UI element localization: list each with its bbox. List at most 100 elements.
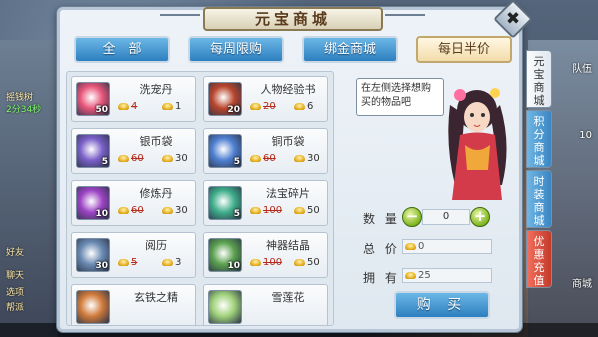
yuanbao-icon [162,258,173,266]
pet-wash-pill-icon: 50 [76,82,110,116]
yuanbao-icon [118,154,129,162]
yuanbao-icon [250,206,261,214]
window-title-plate: 元宝商城 [203,7,383,31]
item-quantity: 10 [227,261,240,271]
shop-panel: 元宝商城 ✖ 全 部 每周限购 绑金商城 每日半价 50 洗宠丹 4 1 20 人物经验书… [57,0,552,332]
black-iron-icon [76,290,110,324]
silver-bag-icon: 5 [76,134,110,168]
item-old-price: 20 [250,101,276,112]
item-name: 玄铁之精 [134,291,178,304]
tab-all[interactable]: 全 部 [74,36,170,63]
artifact-crystal-icon: 10 [208,238,242,272]
item-old-price: 4 [118,101,137,112]
cultivation-pill-icon: 10 [76,186,110,220]
yuanbao-icon [118,258,129,266]
total-price-value: 0 [418,241,425,252]
mall-label[interactable]: 商城 [572,275,592,290]
old-price-value: 100 [263,205,283,216]
item-price: 50 [294,205,320,216]
item-name: 洗宠丹 [139,83,173,96]
item-list[interactable]: 50 洗宠丹 4 1 20 人物经验书 20 6 5 银币袋 60 30 5 铜币袋 60 30 10 修炼丹 60… [66,71,334,326]
item-name: 雪莲花 [271,291,305,304]
shop-item[interactable]: 5 银币袋 60 30 [71,128,196,174]
shop-item[interactable]: 20 人物经验书 20 6 [203,76,328,122]
item-quantity: 30 [95,261,108,271]
shop-item[interactable]: 玄铁之精 [71,284,196,325]
side-tab-points-mall[interactable]: 积分商城 [526,110,552,168]
side-tab-recharge-offer[interactable]: 优惠充值 [526,230,552,288]
shop-item[interactable]: 30 阅历 5 3 [71,232,196,278]
item-old-price: 60 [118,205,144,216]
yuanbao-icon [405,271,416,279]
item-quantity: 50 [95,105,108,115]
item-price: 6 [294,101,313,112]
yuanbao-icon [294,206,305,214]
shop-girl-portrait [448,88,507,200]
yuanbao-icon [118,102,129,110]
item-old-price: 100 [250,257,282,268]
yuanbao-icon [162,154,173,162]
quantity-label: 数 量 [363,212,400,226]
item-price: 1 [162,101,181,112]
chat-label[interactable]: 聊天 [6,268,24,281]
yuanbao-icon [118,206,129,214]
quantity-increase-button[interactable]: + [470,207,490,227]
side-tab-fashion-mall[interactable]: 时装商城 [526,170,552,228]
yuanbao-icon [162,206,173,214]
treasure-fragment-icon: 5 [208,186,242,220]
item-name: 神器结晶 [266,239,310,252]
item-quantity: 5 [101,157,108,167]
old-price-value: 100 [263,257,283,268]
item-name: 银币袋 [139,135,173,148]
tab-weekly-limit[interactable]: 每周限购 [188,36,284,63]
item-name: 修炼丹 [139,187,173,200]
price-value: 3 [175,257,182,268]
item-old-price: 60 [250,153,276,164]
yuanbao-icon [250,258,261,266]
item-quantity: 5 [233,209,240,219]
owned-field: 25 [402,268,492,283]
counter-label: 10 [579,130,592,141]
yuanbao-icon [294,258,305,266]
team-label[interactable]: 队伍 [572,60,592,75]
tab-daily-half-price[interactable]: 每日半价 [416,36,512,63]
yuanbao-icon [294,102,305,110]
shop-item[interactable]: 10 修炼丹 60 30 [71,180,196,226]
quantity-input[interactable]: 0 [422,209,470,225]
buy-button[interactable]: 购 买 [394,291,490,319]
item-price: 50 [294,257,320,268]
old-price-value: 5 [131,257,138,268]
shop-item[interactable]: 雪莲花 [203,284,328,325]
copper-bag-icon: 5 [208,134,242,168]
old-price-value: 60 [263,153,276,164]
quantity-decrease-button[interactable]: − [402,207,422,227]
shop-item[interactable]: 5 法宝碎片 100 50 [203,180,328,226]
price-value: 1 [175,101,182,112]
item-name: 阅历 [145,239,167,252]
shop-item[interactable]: 5 铜币袋 60 30 [203,128,328,174]
item-name: 铜币袋 [271,135,305,148]
category-tabs: 全 部 每周限购 绑金商城 每日半价 [74,36,512,66]
experience-orb-icon: 30 [76,238,110,272]
window-title: 元宝商城 [254,10,331,28]
shop-item[interactable]: 50 洗宠丹 4 1 [71,76,196,122]
side-tab-yuanbao-mall[interactable]: 元宝商城 [526,50,552,108]
item-name: 法宝碎片 [266,187,310,200]
yuanbao-icon [294,154,305,162]
old-price-value: 4 [131,101,138,112]
options-label[interactable]: 选项 [6,285,24,298]
hint-bubble: 在左侧选择想购买的物品吧 [356,78,444,116]
yuanbao-icon [250,102,261,110]
title-ornament-left [160,14,200,26]
friends-label[interactable]: 好友 [6,245,24,258]
item-price: 30 [294,153,320,164]
guild-label[interactable]: 帮派 [6,300,24,313]
tab-bound-gold[interactable]: 绑金商城 [302,36,398,63]
item-price: 30 [162,205,188,216]
item-quantity: 5 [233,157,240,167]
exp-book-icon: 20 [208,82,242,116]
owned-value: 25 [418,270,431,281]
shop-item[interactable]: 10 神器结晶 100 50 [203,232,328,278]
old-price-value: 60 [131,153,144,164]
total-price-field: 0 [402,239,492,254]
